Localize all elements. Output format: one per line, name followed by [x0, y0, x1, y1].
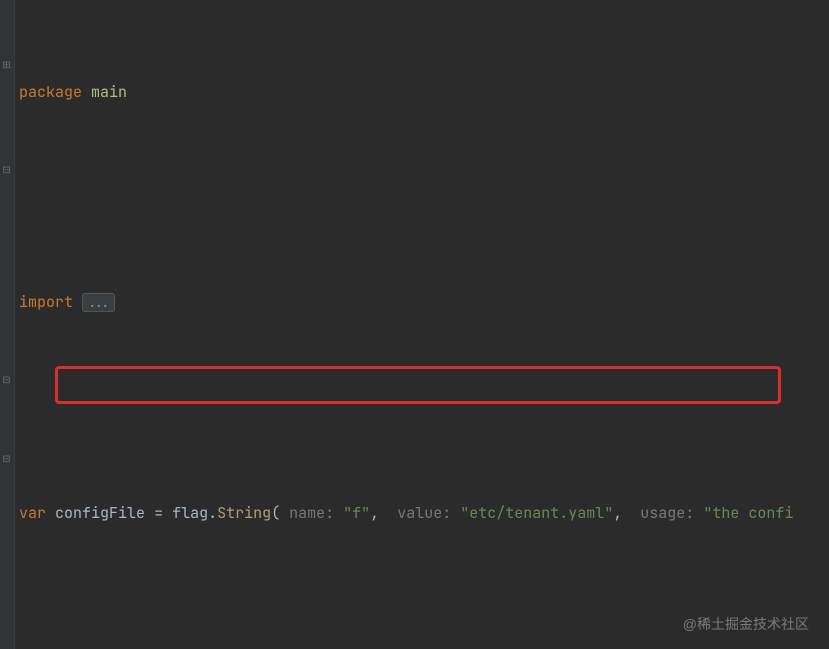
code-line: [19, 184, 829, 210]
identifier: configFile: [55, 503, 145, 523]
code-line: import ...: [19, 289, 829, 315]
param-hint: value:: [397, 503, 451, 523]
gutter: ⊞ ⊟ ⊟ ⊟: [0, 0, 15, 649]
keyword: var: [19, 503, 46, 523]
fold-toggle-icon[interactable]: ⊟: [1, 454, 12, 465]
watermark: @稀土掘金技术社区: [683, 611, 809, 637]
code-editor: ⊞ ⊟ ⊟ ⊟ package main import ... var conf…: [0, 0, 829, 649]
code-line: var configFile = flag.String( name: "f",…: [19, 500, 829, 526]
string-literal: "etc/tenant.yaml": [460, 503, 613, 523]
folded-placeholder[interactable]: ...: [82, 293, 115, 312]
keyword: package: [19, 82, 82, 102]
code-line: package main: [19, 79, 829, 105]
string-literal: "f": [343, 503, 370, 523]
code-area[interactable]: package main import ... var configFile =…: [15, 0, 829, 649]
fold-toggle-icon[interactable]: ⊟: [1, 165, 12, 176]
package-name: main: [91, 82, 127, 102]
keyword: import: [19, 292, 73, 312]
fold-toggle-icon[interactable]: ⊟: [1, 375, 12, 386]
param-hint: usage:: [640, 503, 694, 523]
code-line: [19, 394, 829, 420]
string-literal: "the confi: [703, 503, 793, 523]
function-call: String: [217, 503, 271, 523]
param-hint: name:: [289, 503, 334, 523]
code-text: = flag.: [154, 503, 217, 523]
fold-toggle-icon[interactable]: ⊞: [1, 60, 12, 71]
code-text: (: [271, 503, 280, 523]
code-text: ,: [370, 503, 379, 523]
code-text: ,: [613, 503, 622, 523]
